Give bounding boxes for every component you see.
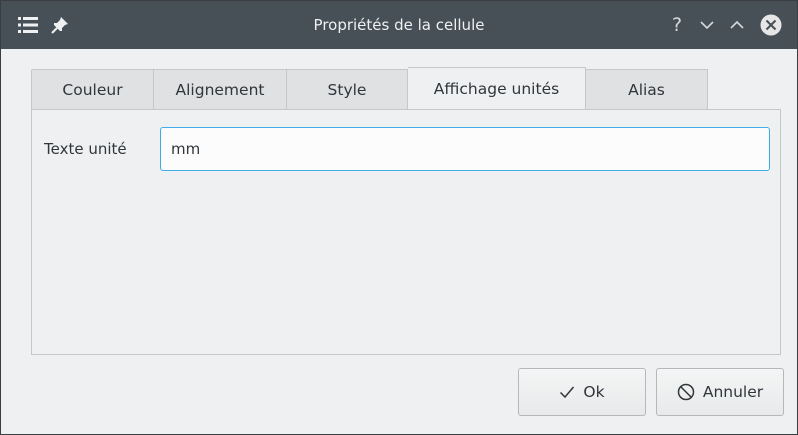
dialog-window: Propriétés de la cellule ? Couleur Align… [0, 0, 798, 435]
tab-affichage-unites[interactable]: Affichage unités [408, 67, 586, 109]
tab-alignement[interactable]: Alignement [154, 69, 287, 109]
chevron-down-icon [700, 21, 714, 30]
unit-text-input[interactable] [160, 127, 770, 171]
maximize-button[interactable] [725, 13, 749, 37]
tab-couleur[interactable]: Couleur [31, 69, 154, 109]
close-icon [760, 14, 782, 36]
chevron-up-icon [730, 20, 744, 29]
unit-text-label: Texte unité [44, 140, 127, 158]
cancel-button-label: Annuler [702, 383, 764, 401]
tab-panel: Texte unité [31, 109, 781, 355]
close-button[interactable] [759, 13, 783, 37]
minimize-button[interactable] [695, 13, 719, 37]
ok-button-label: Ok [583, 383, 605, 401]
title-bar[interactable]: Propriétés de la cellule ? [1, 1, 797, 49]
check-icon [560, 386, 575, 399]
tab-bar: Couleur Alignement Style Affichage unité… [31, 67, 708, 109]
tab-style[interactable]: Style [287, 69, 408, 109]
help-button[interactable]: ? [665, 13, 689, 37]
ok-button[interactable]: Ok [518, 368, 646, 416]
cancel-button[interactable]: Annuler [656, 368, 784, 416]
tab-alias[interactable]: Alias [586, 69, 708, 109]
cancel-icon [677, 383, 695, 401]
